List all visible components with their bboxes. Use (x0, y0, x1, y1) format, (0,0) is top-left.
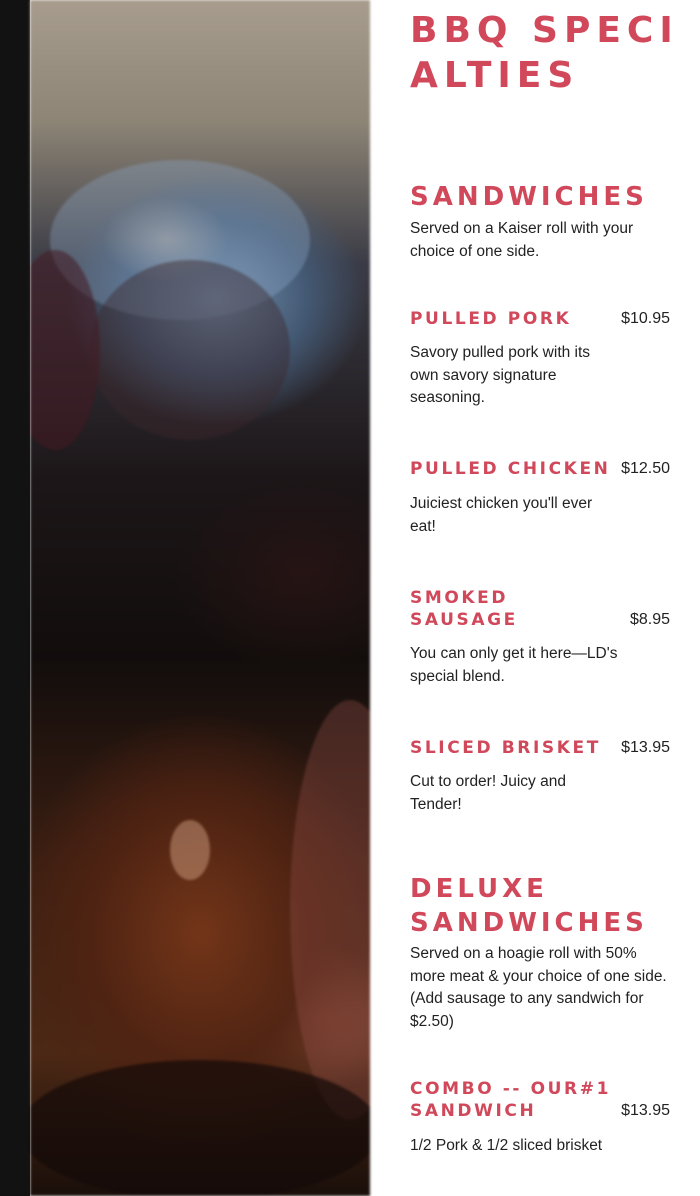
item-name-sliced-brisket: SLICED BRISKET (410, 738, 601, 758)
section-description-deluxe-sandwiches: Served on a hoagie roll with 50% more me… (410, 945, 667, 1030)
item-description-smoked-sausage: You can only get it here—LD's special bl… (410, 645, 618, 685)
item-name-pulled-pork: PULLED PORK (410, 309, 572, 329)
item-description-pulled-chicken: Juiciest chicken you'll ever eat! (410, 495, 593, 535)
item-name-smoked-sausage: SMOKED SAUSAGE (410, 588, 518, 630)
item-description-sliced-brisket: Cut to order! Juicy and Tender! (410, 773, 566, 813)
item-price-pulled-pork: $10.95 (621, 310, 670, 327)
bbq-photo (30, 0, 370, 1196)
section-description-sandwiches: Served on a Kaiser roll with your choice… (410, 220, 634, 260)
item-description-combo: 1/2 Pork & 1/2 sliced brisket (410, 1137, 603, 1154)
item-name-pulled-chicken: PULLED CHICKEN (410, 459, 611, 479)
section-title-deluxe-sandwiches: DELUXE SANDWICHES (410, 874, 648, 938)
item-price-combo: $13.95 (621, 1102, 670, 1119)
page-title: BBQ SPECIALTIES (410, 10, 679, 96)
menu-page: BBQ SPECIALTIES SANDWICHES Served on a K… (0, 0, 700, 1196)
item-price-pulled-chicken: $12.50 (621, 460, 670, 477)
item-price-sliced-brisket: $13.95 (621, 739, 670, 756)
item-name-combo: COMBO -- OUR#1 SANDWICH (410, 1079, 612, 1121)
item-description-pulled-pork: Savory pulled pork with its own savory s… (410, 344, 591, 406)
item-price-smoked-sausage: $8.95 (629, 611, 670, 628)
section-title-sandwiches: SANDWICHES (410, 182, 648, 212)
left-dark-strip (0, 0, 30, 1196)
